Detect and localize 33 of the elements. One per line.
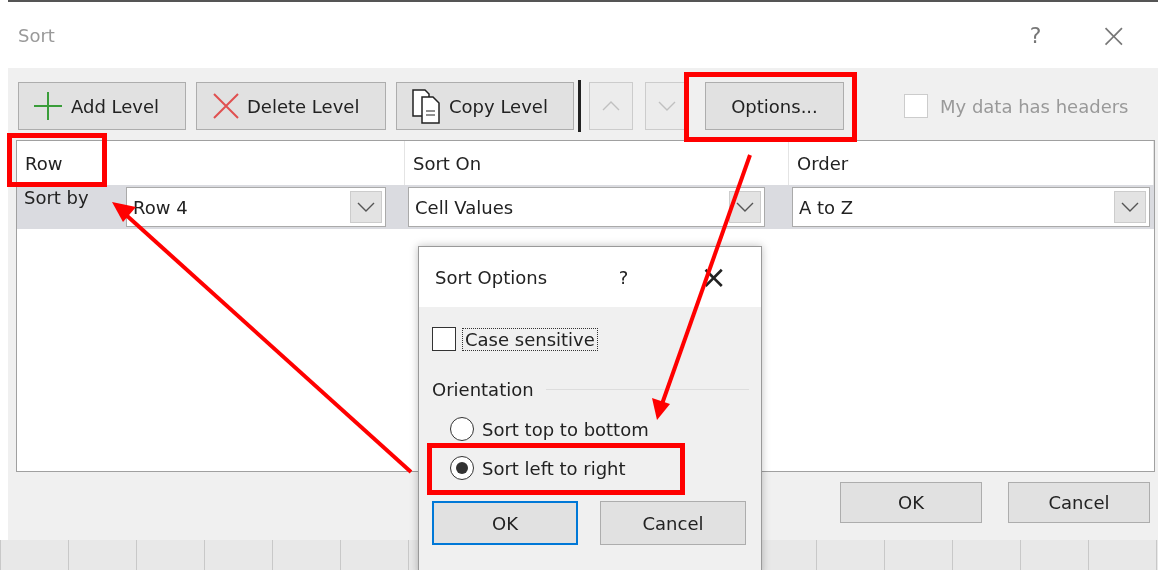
cancel-button[interactable]: Cancel (1008, 482, 1150, 523)
chevron-down-icon (736, 202, 754, 212)
sort-on-dropdown[interactable]: Cell Values (408, 187, 765, 227)
chevron-down-icon (1121, 202, 1139, 212)
options-button[interactable]: Options... (705, 82, 844, 130)
section-label: Orientation (432, 379, 534, 400)
help-button[interactable]: ? (618, 266, 629, 288)
delete-level-button[interactable]: Delete Level (196, 82, 386, 130)
close-button[interactable]: × (1099, 15, 1128, 55)
radio-label[interactable]: Sort top to bottom (482, 418, 649, 440)
checkbox-label[interactable]: Case sensitive (462, 327, 598, 351)
window-title: Sort (18, 24, 56, 46)
column-dropdown[interactable]: Row 4 (126, 187, 386, 227)
sort-level-row[interactable]: Sort by Row 4 Cell Values A to Z (17, 185, 1154, 229)
radio-button[interactable] (450, 456, 474, 480)
case-sensitive-checkbox[interactable] (432, 327, 456, 351)
order-dropdown[interactable]: A to Z (792, 187, 1150, 227)
chevron-down-icon (357, 202, 375, 212)
copy-icon (411, 88, 441, 124)
chevron-down-icon (658, 101, 676, 111)
copy-level-button[interactable]: Copy Level (396, 82, 574, 130)
sort-by-label: Sort by (24, 187, 90, 208)
ok-button[interactable]: OK (432, 501, 578, 545)
close-icon (213, 93, 239, 119)
radio-label[interactable]: Sort left to right (482, 457, 626, 479)
add-level-button[interactable]: Add Level (18, 82, 186, 130)
radio-button[interactable] (450, 417, 474, 441)
cancel-button[interactable]: Cancel (600, 501, 746, 545)
help-button[interactable]: ? (1029, 22, 1042, 48)
plus-icon (33, 91, 63, 121)
chevron-up-icon (602, 101, 620, 111)
ok-button[interactable]: OK (840, 482, 982, 523)
dialog-title: Sort Options (435, 266, 549, 288)
